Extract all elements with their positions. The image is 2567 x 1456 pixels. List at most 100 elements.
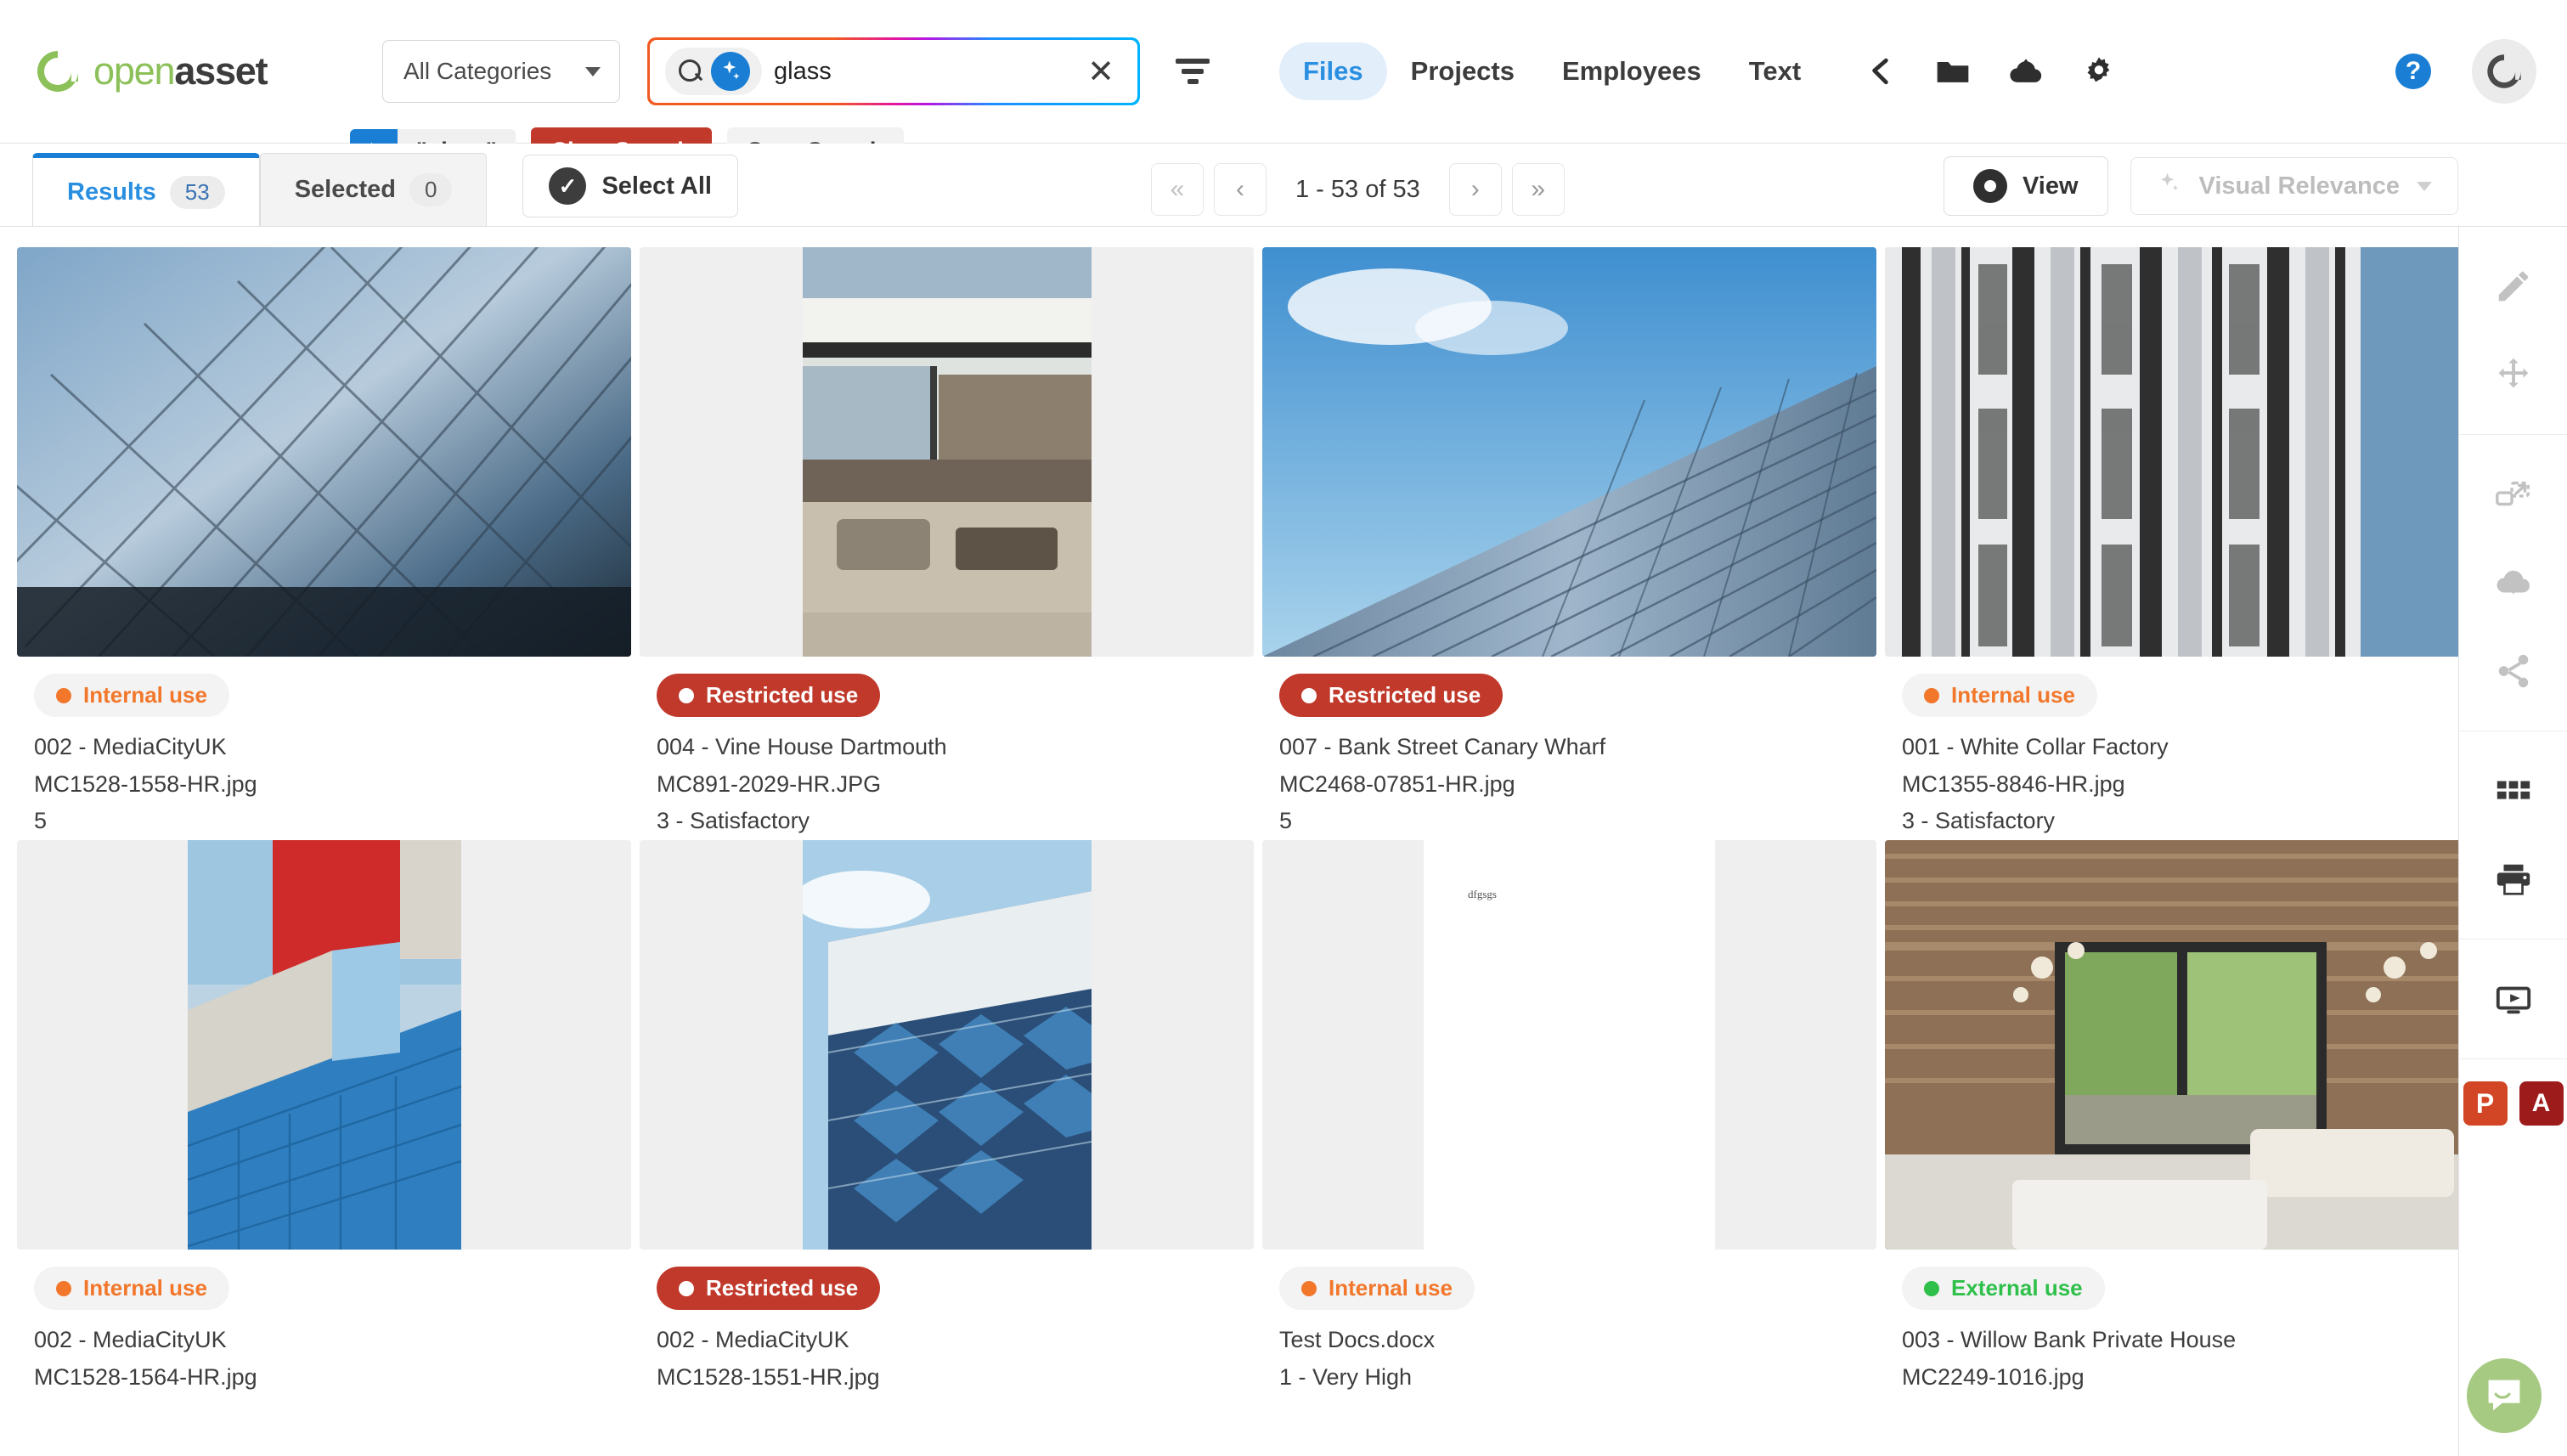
thumbnail[interactable] xyxy=(1262,247,1876,657)
print-icon[interactable] xyxy=(2459,835,2567,923)
tab-selected[interactable]: Selected 0 xyxy=(259,153,488,226)
share-icon[interactable] xyxy=(1860,52,1899,91)
cloud-upload-icon[interactable] xyxy=(2006,52,2045,91)
thumbnail[interactable] xyxy=(17,840,631,1250)
chevron-down-icon xyxy=(585,66,601,76)
card-meta: Internal use 002 - MediaCityUK MC1528-15… xyxy=(17,657,631,840)
thumbnail[interactable] xyxy=(17,247,631,657)
nav-item-files[interactable]: Files xyxy=(1279,42,1387,100)
card-rating: 3 - Satisfactory xyxy=(657,808,810,834)
tab-results-label: Results xyxy=(67,178,156,206)
result-card[interactable]: External use 003 - Willow Bank Private H… xyxy=(1885,840,2458,1396)
thumbnail[interactable] xyxy=(640,840,1254,1250)
card-filename: MC2249-1016.jpg xyxy=(1902,1363,2085,1390)
thumbnail[interactable] xyxy=(1885,247,2458,657)
tab-selected-count: 0 xyxy=(409,173,453,206)
openasset-logo-icon xyxy=(34,48,82,95)
result-card[interactable]: Restricted use 002 - MediaCityUK MC1528-… xyxy=(640,840,1254,1396)
top-bar-right: ? xyxy=(2395,0,2536,143)
category-select[interactable]: All Categories xyxy=(382,40,620,103)
card-project: 002 - MediaCityUK xyxy=(657,1327,849,1353)
results-grid-area: Internal use 002 - MediaCityUK MC1528-15… xyxy=(0,227,2458,1456)
nav-item-employees[interactable]: Employees xyxy=(1538,42,1725,100)
openasset-avatar-icon xyxy=(2487,54,2521,88)
status-dot-icon xyxy=(679,1280,694,1296)
select-all-button[interactable]: ✓ Select All xyxy=(522,155,738,217)
logo[interactable]: openasset xyxy=(34,48,340,95)
card-filename: MC1355-8846-HR.jpg xyxy=(1902,770,2125,797)
prev-page-button[interactable]: ‹ xyxy=(1214,163,1267,216)
brick-interior-living-room-image xyxy=(1885,840,2458,1250)
result-card[interactable]: Internal use 002 - MediaCityUK MC1528-15… xyxy=(17,247,631,840)
rail-group-actions xyxy=(2459,435,2567,731)
document-preview-text: dfgsgs xyxy=(1468,888,1497,901)
main-nav: Files Projects Employees Text xyxy=(1279,42,2118,100)
edit-icon[interactable] xyxy=(2459,242,2567,330)
card-filename: 1 - Very High xyxy=(1279,1363,1413,1390)
thumbnail[interactable] xyxy=(1885,840,2458,1250)
status-badge-label: External use xyxy=(1951,1275,2083,1301)
card-project: 007 - Bank Street Canary Wharf xyxy=(1279,734,1606,759)
gear-icon[interactable] xyxy=(2079,52,2118,91)
close-icon[interactable]: ✕ xyxy=(1078,48,1124,94)
sort-select[interactable]: Visual Relevance xyxy=(2130,157,2458,215)
view-button[interactable]: View xyxy=(1943,156,2108,216)
logo-text: openasset xyxy=(93,49,268,93)
card-meta: Restricted use 002 - MediaCityUK MC1528-… xyxy=(640,1250,1254,1396)
thumbnail[interactable] xyxy=(640,247,1254,657)
card-project: 003 - Willow Bank Private House xyxy=(1902,1327,2237,1353)
cloud-download-icon[interactable] xyxy=(2459,539,2567,627)
next-page-button[interactable]: › xyxy=(1448,163,1502,216)
status-badge-label: Restricted use xyxy=(706,682,859,708)
status-badge-label: Restricted use xyxy=(1329,682,1481,708)
grid-icon[interactable] xyxy=(2459,747,2567,835)
move-icon[interactable] xyxy=(2459,330,2567,419)
chat-bubble-icon[interactable] xyxy=(2467,1358,2542,1433)
presentation-icon[interactable] xyxy=(2459,955,2567,1043)
top-bar: openasset All Categories glass ✕ Files P… xyxy=(0,0,2567,174)
replace-icon[interactable] xyxy=(2459,450,2567,539)
card-project: 002 - MediaCityUK xyxy=(34,734,227,759)
result-card[interactable]: Restricted use 007 - Bank Street Canary … xyxy=(1262,247,1876,840)
result-card[interactable]: Restricted use 004 - Vine House Dartmout… xyxy=(640,247,1254,840)
logo-asset: asset xyxy=(174,49,268,93)
category-select-label: All Categories xyxy=(403,58,552,84)
result-card[interactable]: dfgsgs Internal use Test Docs.docx 1 - V… xyxy=(1262,840,1876,1396)
status-dot-icon xyxy=(1924,687,1939,703)
status-dot-icon xyxy=(56,1280,71,1296)
status-badge-label: Restricted use xyxy=(706,1275,859,1301)
nav-item-projects[interactable]: Projects xyxy=(1387,42,1538,100)
card-project: Test Docs.docx xyxy=(1279,1327,1436,1353)
share-icon[interactable] xyxy=(2459,627,2567,715)
status-dot-icon xyxy=(56,687,71,703)
card-filename: MC2468-07851-HR.jpg xyxy=(1279,770,1515,797)
status-badge: Internal use xyxy=(34,1267,229,1311)
first-page-button[interactable]: « xyxy=(1151,163,1204,216)
result-tabs: Results 53 Selected 0 xyxy=(32,144,488,226)
status-badge: Internal use xyxy=(1279,1267,1475,1311)
filter-icon[interactable] xyxy=(1172,51,1213,92)
help-icon[interactable]: ? xyxy=(2395,54,2431,89)
card-rating: 5 xyxy=(1279,808,1293,834)
status-badge: Restricted use xyxy=(657,1267,881,1311)
thumbnail[interactable]: dfgsgs xyxy=(1262,840,1876,1250)
tab-results[interactable]: Results 53 xyxy=(32,153,260,226)
blue-diamond-glass-building-image xyxy=(802,840,1092,1250)
last-page-button[interactable]: » xyxy=(1511,163,1565,216)
tab-results-count: 53 xyxy=(169,175,225,209)
export-format-row: P A xyxy=(2463,1059,2564,1126)
result-card[interactable]: Internal use 001 - White Collar Factory … xyxy=(1885,247,2458,840)
content-area: Internal use 002 - MediaCityUK MC1528-15… xyxy=(0,227,2567,1456)
search-input[interactable]: glass xyxy=(774,58,1066,86)
nav-item-text[interactable]: Text xyxy=(1725,42,1825,100)
powerpoint-icon[interactable]: P xyxy=(2463,1081,2508,1126)
pdf-icon[interactable]: A xyxy=(2519,1081,2564,1126)
card-filename: MC1528-1551-HR.jpg xyxy=(657,1363,880,1390)
folder-icon[interactable] xyxy=(1933,52,1972,91)
search-icon xyxy=(679,59,702,83)
avatar[interactable] xyxy=(2472,39,2536,104)
search-box[interactable]: glass ✕ xyxy=(647,37,1140,105)
result-card[interactable]: Internal use 002 - MediaCityUK MC1528-15… xyxy=(17,840,631,1396)
card-filename: MC1528-1564-HR.jpg xyxy=(34,1363,257,1390)
card-filename: MC1528-1558-HR.jpg xyxy=(34,770,257,797)
